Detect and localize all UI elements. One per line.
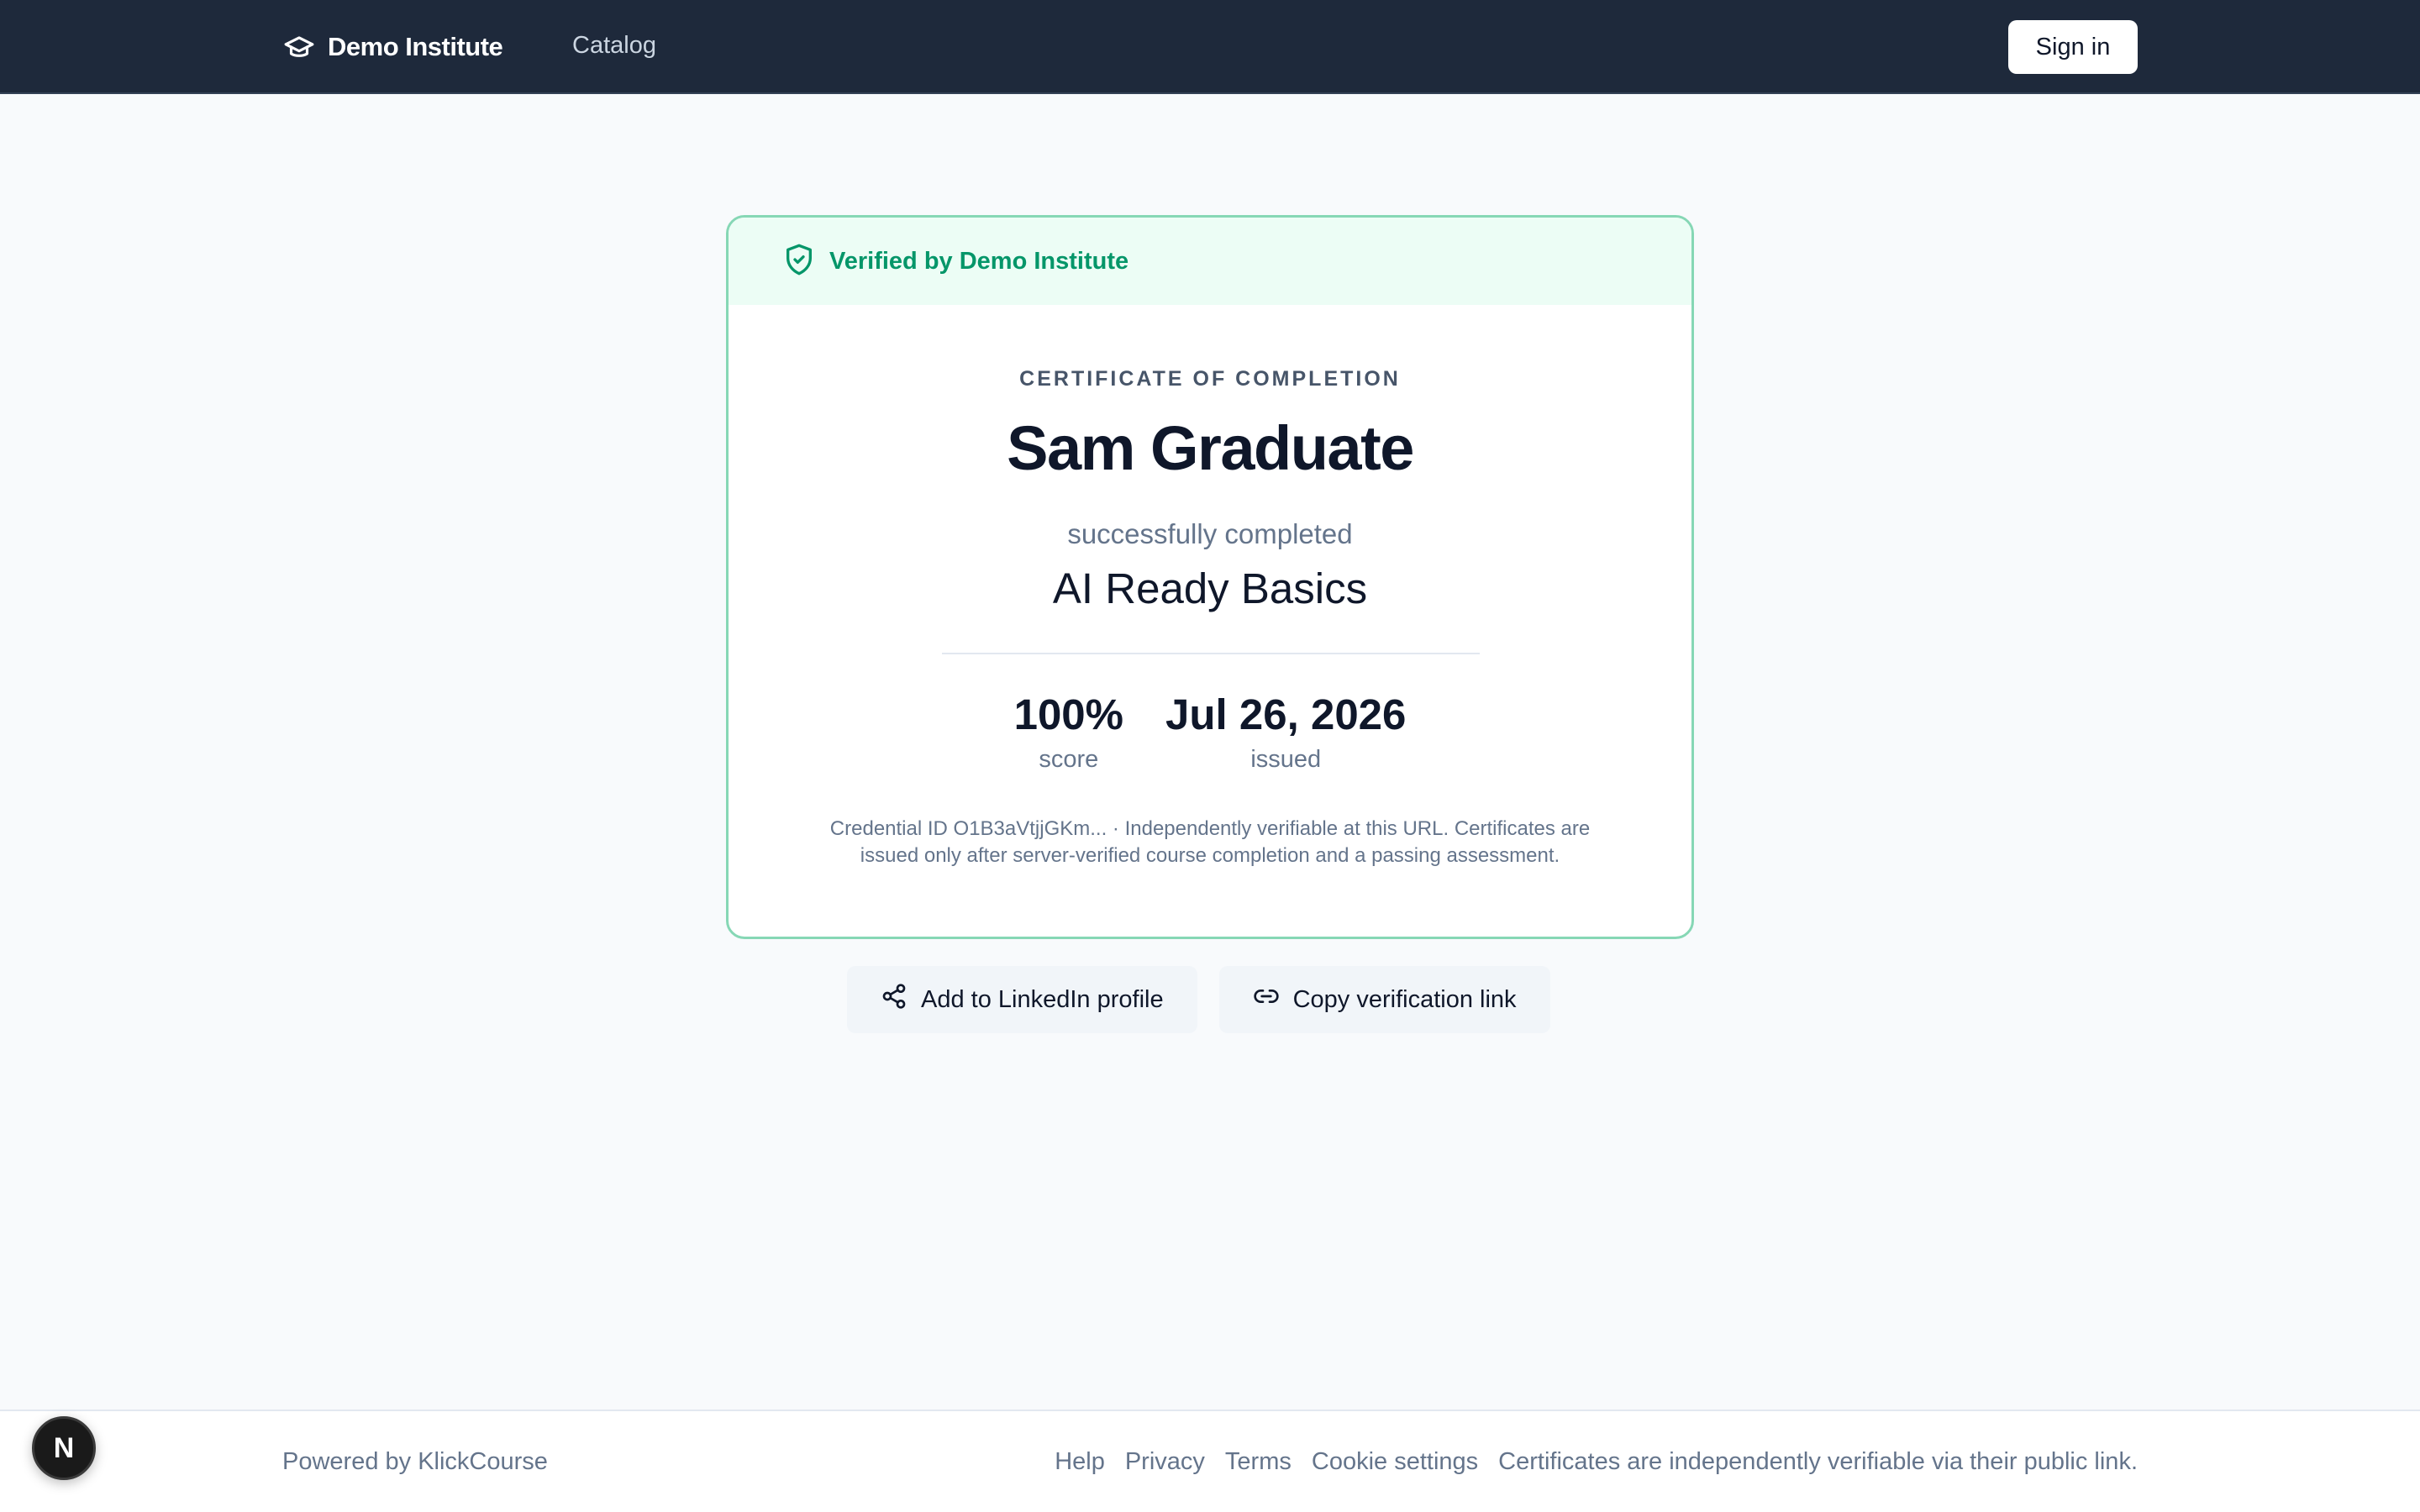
copy-verification-link-button[interactable]: Copy verification link [1218,966,1550,1033]
footer-link-help[interactable]: Help [1055,1448,1105,1476]
footer-note: Certificates are independently verifiabl… [1498,1448,2138,1475]
score-stat: 100% score [1014,690,1123,774]
add-to-linkedin-label: Add to LinkedIn profile [921,985,1164,1013]
verified-banner: Verified by Demo Institute [729,218,1691,305]
issued-label: issued [1250,746,1322,773]
certificate-body: CERTIFICATE OF COMPLETION Sam Graduate s… [729,305,1691,937]
link-icon [1253,983,1280,1016]
divider [942,653,1480,654]
shield-check-icon [782,243,816,281]
issued-value: Jul 26, 2026 [1165,690,1407,738]
course-title: AI Ready Basics [1052,564,1368,612]
nav-catalog-link[interactable]: Catalog [572,32,656,60]
footer-link-terms[interactable]: Terms [1225,1448,1292,1476]
footer-link-cookie-settings[interactable]: Cookie settings [1312,1448,1478,1476]
page-footer: Powered by KlickCourse Help Privacy Term… [0,1410,2420,1512]
completed-text: successfully completed [1067,518,1353,549]
certificate-stats: 100% score Jul 26, 2026 issued [729,690,1691,774]
dev-tools-badge[interactable]: N [32,1416,96,1480]
copy-verification-link-label: Copy verification link [1292,985,1517,1013]
top-navbar: Demo Institute Catalog Sign in [0,0,2420,94]
graduation-cap-icon [282,30,316,64]
footer-link-privacy[interactable]: Privacy [1125,1448,1205,1476]
score-label: score [1039,746,1099,773]
certificate-card: Verified by Demo Institute CERTIFICATE O… [726,215,1694,939]
score-value: 100% [1013,690,1124,738]
sign-in-button[interactable]: Sign in [2008,20,2138,74]
recipient-name: Sam Graduate [1007,413,1414,483]
brand-name: Demo Institute [328,32,503,61]
footer-links: Help Privacy Terms Cookie settings Certi… [1055,1448,2138,1476]
add-to-linkedin-button[interactable]: Add to LinkedIn profile [847,966,1197,1033]
issued-stat: Jul 26, 2026 issued [1165,690,1406,774]
verified-text: Verified by Demo Institute [829,247,1129,275]
credential-fineprint: Credential ID O1B3aVtjjGKm... · Independ… [829,817,1591,867]
certificate-actions: Add to LinkedIn profile Copy verificatio… [847,966,1550,1033]
share-icon [881,983,908,1016]
brand-link[interactable]: Demo Institute [282,30,503,64]
powered-by-text: Powered by KlickCourse [282,1448,548,1475]
certificate-label: CERTIFICATE OF COMPLETION [1019,367,1401,391]
